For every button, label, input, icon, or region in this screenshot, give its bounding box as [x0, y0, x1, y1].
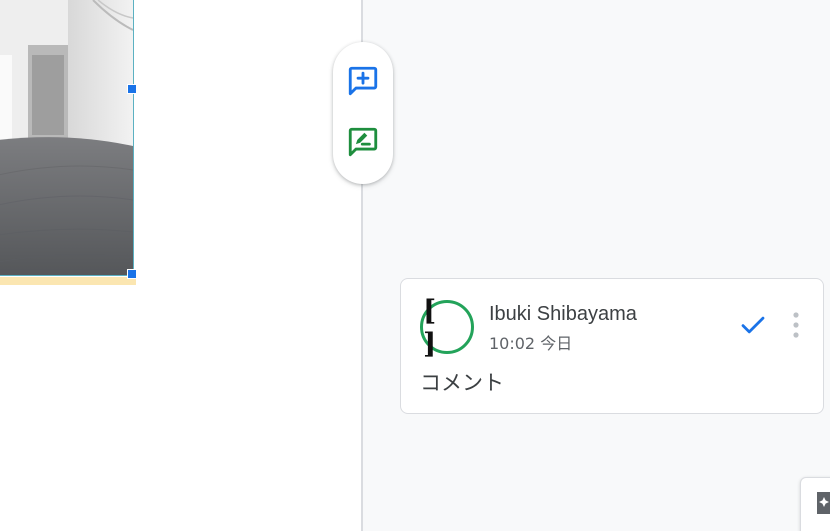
comment-author: Ibuki Shibayama — [489, 303, 637, 325]
checkmark-icon — [738, 310, 768, 345]
image-resize-handle-right[interactable] — [127, 84, 137, 94]
docs-page: [ ] Ibuki Shibayama 10:02 今日 コメント — [0, 0, 830, 531]
avatar-text: [ ] — [423, 294, 441, 360]
explore-icon — [813, 490, 830, 521]
comment-timestamp: 10:02 今日 — [489, 334, 573, 353]
image-resize-handle-bottom-right[interactable] — [127, 269, 137, 279]
image-line-highlight — [0, 277, 136, 285]
comment-card[interactable]: [ ] Ibuki Shibayama 10:02 今日 コメント — [400, 278, 824, 414]
more-vert-icon — [792, 311, 800, 344]
document-canvas[interactable] — [0, 0, 361, 531]
add-comment-icon — [346, 64, 380, 103]
add-comment-button[interactable] — [345, 65, 381, 101]
avatar: [ ] — [420, 294, 474, 360]
explore-button[interactable] — [800, 477, 830, 531]
comments-sidebar — [363, 0, 830, 531]
resolve-button[interactable] — [735, 309, 771, 345]
comment-text: コメント — [420, 371, 504, 395]
more-options-button[interactable] — [784, 309, 808, 345]
floating-action-menu — [333, 42, 393, 184]
suggest-edit-button[interactable] — [345, 126, 381, 162]
suggest-edit-icon — [346, 125, 380, 164]
inserted-image[interactable] — [0, 0, 134, 276]
